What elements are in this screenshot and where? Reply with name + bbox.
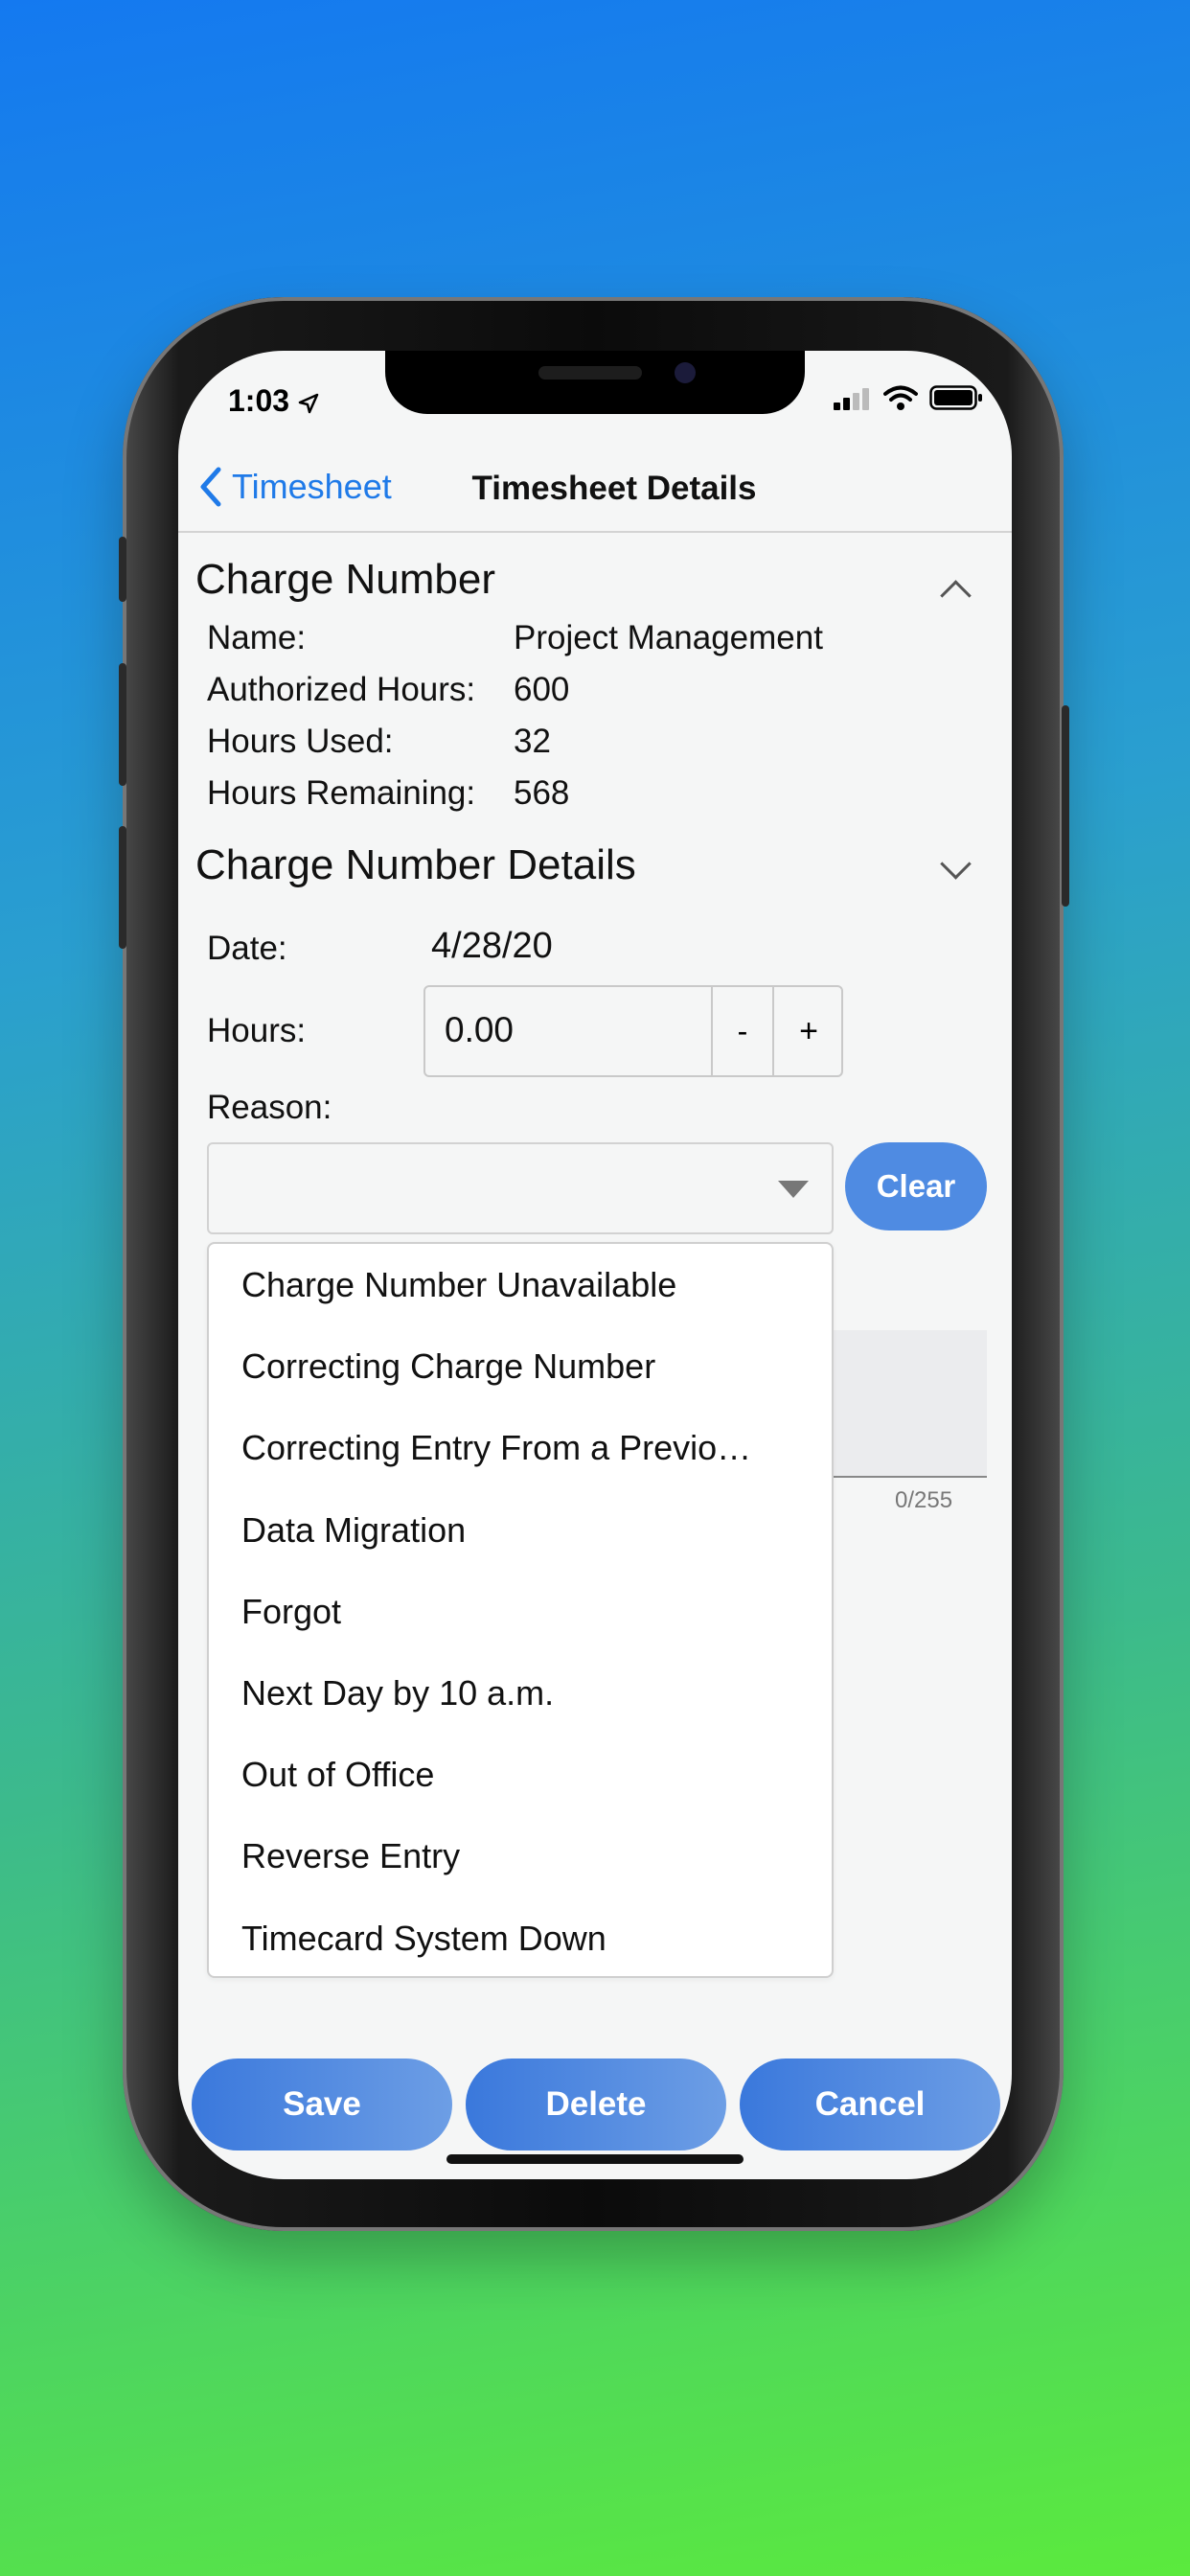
- home-indicator[interactable]: [446, 2154, 744, 2164]
- info-label: Hours Remaining:: [207, 774, 476, 812]
- character-counter: 0/255: [895, 1487, 953, 1513]
- info-value: 568: [514, 774, 570, 812]
- reason-label: Reason:: [207, 1089, 332, 1126]
- info-label: Hours Used:: [207, 723, 394, 760]
- delete-button[interactable]: Delete: [466, 2058, 726, 2150]
- reason-option[interactable]: Forgot: [209, 1571, 832, 1652]
- clear-button[interactable]: Clear: [845, 1142, 987, 1230]
- hours-stepper: 0.00 - +: [423, 985, 843, 1077]
- reason-option[interactable]: Correcting Entry From a Previo…: [209, 1407, 832, 1488]
- side-button-mute: [119, 537, 126, 602]
- charge-number-details-title: Charge Number Details: [195, 841, 636, 888]
- reason-option[interactable]: Out of Office: [209, 1734, 832, 1815]
- reason-option[interactable]: Charge Number Unavailable: [209, 1244, 832, 1325]
- info-value: 32: [514, 723, 551, 760]
- navigation-bar: Timesheet Timesheet Details: [178, 447, 1012, 533]
- date-value[interactable]: 4/28/20: [431, 926, 553, 967]
- front-camera: [675, 362, 696, 383]
- chevron-up-icon: [940, 580, 972, 611]
- page-title: Timesheet Details: [471, 470, 757, 507]
- status-time: 1:03: [228, 383, 319, 419]
- side-button-volume-up: [119, 663, 126, 786]
- decrement-button[interactable]: -: [711, 987, 772, 1075]
- reason-option[interactable]: Data Migration: [209, 1489, 832, 1571]
- battery-icon: [929, 385, 982, 410]
- info-row-hours-remaining: Hours Remaining: 568: [207, 774, 569, 813]
- dropdown-arrow-icon: [778, 1181, 809, 1198]
- side-button-power: [1062, 705, 1069, 907]
- info-value: Project Management: [514, 619, 823, 656]
- reason-option[interactable]: Correcting Charge Number: [209, 1325, 832, 1407]
- speaker: [538, 366, 642, 380]
- info-row-hours-used: Hours Used: 32: [207, 723, 551, 761]
- increment-button[interactable]: +: [772, 987, 843, 1075]
- wifi-icon: [883, 385, 918, 410]
- charge-number-header[interactable]: Charge Number: [195, 556, 995, 613]
- reason-option[interactable]: Timecard System Down: [209, 1898, 832, 1979]
- reason-option[interactable]: Reverse Entry: [209, 1815, 832, 1897]
- date-label: Date:: [207, 930, 287, 967]
- info-row-name: Name: Project Management: [207, 619, 823, 657]
- reason-select[interactable]: [207, 1142, 834, 1234]
- reason-dropdown-list: Charge Number Unavailable Correcting Cha…: [207, 1242, 834, 1978]
- hours-input[interactable]: 0.00: [445, 1010, 514, 1050]
- chevron-down-icon: [940, 848, 972, 880]
- charge-number-details-header[interactable]: Charge Number Details: [195, 841, 995, 899]
- charge-number-title: Charge Number: [195, 556, 496, 603]
- status-icons: [834, 385, 983, 410]
- info-label: Name:: [207, 619, 307, 656]
- info-label: Authorized Hours:: [207, 671, 476, 708]
- cellular-signal-icon: [834, 388, 869, 410]
- cancel-button[interactable]: Cancel: [740, 2058, 1000, 2150]
- reason-option[interactable]: Next Day by 10 a.m.: [209, 1652, 832, 1734]
- save-button[interactable]: Save: [192, 2058, 452, 2150]
- location-arrow-icon: [298, 393, 319, 413]
- notch: [385, 351, 805, 414]
- side-button-volume-down: [119, 826, 126, 949]
- info-value: 600: [514, 671, 570, 708]
- hours-label: Hours:: [207, 1012, 307, 1049]
- info-row-authorized-hours: Authorized Hours: 600: [207, 671, 569, 709]
- phone-screen: 1:03 Timesheet Timesheet Details Charge …: [178, 351, 1012, 2179]
